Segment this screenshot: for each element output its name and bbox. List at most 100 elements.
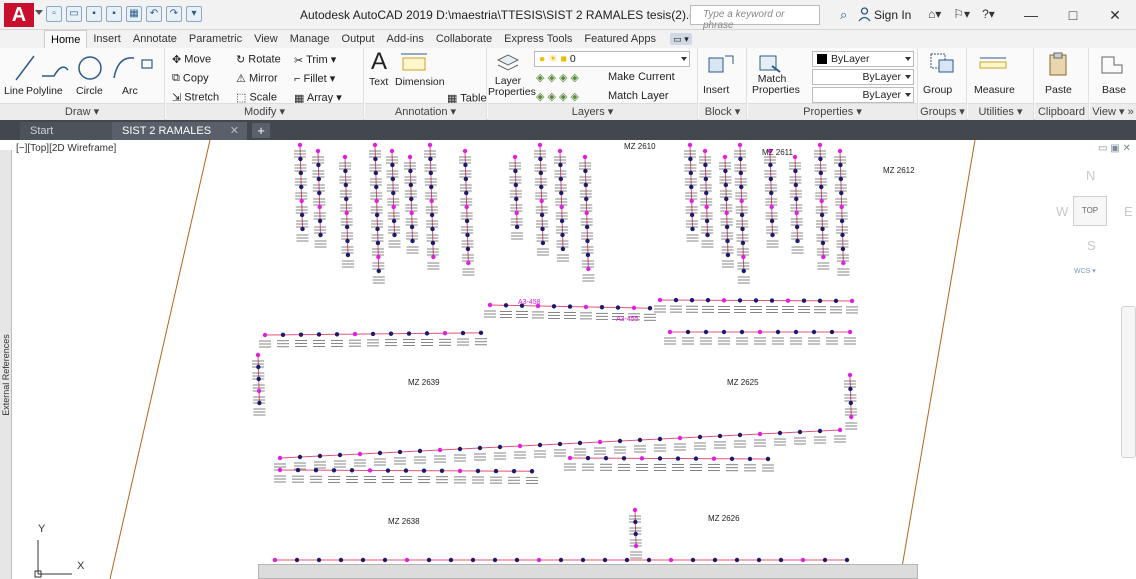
navigation-bar[interactable] <box>1121 306 1136 458</box>
new-file-icon[interactable]: ▫ <box>46 6 62 22</box>
viewcube-south[interactable]: S <box>1087 238 1096 253</box>
close-button[interactable]: ✕ <box>1094 0 1136 30</box>
plot-icon[interactable]: ▦ <box>126 6 142 22</box>
save-icon[interactable]: ▪ <box>86 6 102 22</box>
cart-icon[interactable]: ⌂▾ <box>928 7 941 21</box>
insert-button[interactable]: Insert <box>703 84 729 96</box>
lineweight-dropdown[interactable]: ByLayer <box>812 87 914 103</box>
layers-panel-title[interactable]: Layers ▾ <box>488 103 697 120</box>
color-dropdown[interactable]: ByLayer <box>812 51 914 67</box>
trim-button[interactable]: ✂ Trim ▾ <box>294 53 336 67</box>
tab-insert[interactable]: Insert <box>87 30 127 48</box>
layer-tools-icons[interactable]: ◈ ◈ ◈ ◈ <box>536 71 579 84</box>
viewcube-top[interactable]: TOP <box>1073 196 1107 226</box>
mirror-label: Mirror <box>248 72 278 85</box>
circle-button[interactable]: Circle <box>76 85 103 97</box>
text-button[interactable]: Text <box>369 76 388 88</box>
fillet-button[interactable]: ⌐ Fillet ▾ <box>294 72 335 85</box>
utilities-panel-title[interactable]: Utilities ▾ <box>968 103 1033 120</box>
pipe-node <box>817 298 823 303</box>
base-button[interactable]: Base <box>1102 84 1126 96</box>
viewcube-north[interactable]: N <box>1086 168 1095 183</box>
make-current-button[interactable]: Make Current <box>608 71 675 83</box>
measure-button[interactable]: Measure <box>974 84 1015 96</box>
viewport-window-controls[interactable]: ▭ ▣ ✕ <box>1098 143 1131 154</box>
sign-in-link[interactable]: Sign In <box>874 8 911 22</box>
tab-annotate[interactable]: Annotate <box>127 30 183 48</box>
tab-express-tools[interactable]: Express Tools <box>498 30 578 48</box>
match-layer-button[interactable]: Match Layer <box>608 90 669 102</box>
match-properties-button[interactable]: Match Properties <box>752 74 800 96</box>
autodesk-app-store-icon[interactable]: ⚐▾ <box>953 7 970 21</box>
pipe-node <box>478 330 484 336</box>
help-icon[interactable]: ?▾ <box>982 7 995 21</box>
tab-home[interactable]: Home <box>44 30 88 48</box>
tab-parametric[interactable]: Parametric <box>183 30 248 48</box>
viewport-controls[interactable]: [−][Top][2D Wireframe] <box>16 143 116 154</box>
pipe-node <box>429 198 434 204</box>
chevron-down-icon[interactable] <box>35 10 43 15</box>
arc-button[interactable]: Arc <box>122 85 138 97</box>
tab-collaborate[interactable]: Collaborate <box>430 30 498 48</box>
tab-add-ins[interactable]: Add-ins <box>381 30 430 48</box>
pipe-node <box>747 456 753 462</box>
pipe-node <box>316 557 322 563</box>
paste-button[interactable]: Paste <box>1045 84 1072 96</box>
pipe-node <box>633 531 638 537</box>
search-input[interactable]: Type a keyword or phrase <box>690 5 820 31</box>
tab-view[interactable]: View <box>248 30 284 48</box>
layer-properties-button[interactable]: Layer Properties <box>488 76 536 98</box>
viewcube-west[interactable]: W <box>1056 204 1068 219</box>
groups-panel-title[interactable]: Groups ▾ <box>919 103 966 120</box>
pipe-node <box>819 184 824 190</box>
dimension-button[interactable]: Dimension <box>395 76 445 88</box>
maximize-button[interactable]: □ <box>1052 0 1094 30</box>
pipe-node <box>794 196 799 202</box>
measure-icon <box>979 57 1007 69</box>
user-icon[interactable] <box>858 7 871 22</box>
rotate-button[interactable]: ↻ Rotate <box>236 53 281 66</box>
wcs-menu[interactable]: WCS ▾ <box>1074 267 1096 275</box>
pipe-node <box>537 142 543 148</box>
undo-icon[interactable]: ↶ <box>146 6 162 22</box>
annotation-panel-title[interactable]: Annotation ▾ <box>365 103 486 120</box>
view-panel-title[interactable]: View ▾ » <box>1090 103 1136 120</box>
pipe-node <box>603 455 609 461</box>
modify-panel-title[interactable]: Modify ▾ <box>166 103 363 120</box>
command-line[interactable] <box>258 564 918 579</box>
properties-panel-title[interactable]: Properties ▾ <box>748 103 917 120</box>
save-as-icon[interactable]: ▪ <box>106 6 122 22</box>
pipe-node <box>768 162 773 168</box>
pipe-node <box>817 428 823 434</box>
start-tab[interactable]: Start <box>20 122 112 140</box>
binoculars-icon[interactable]: ⌕ <box>840 7 847 23</box>
pipe-node <box>417 448 423 454</box>
layer-tools-icons-2[interactable]: ◈ ◈ ◈ ◈ <box>536 90 579 103</box>
tab-output[interactable]: Output <box>336 30 381 48</box>
layer-dropdown[interactable]: ● ☀ ■ 0 <box>534 51 690 67</box>
viewcube-east[interactable]: E <box>1124 204 1133 219</box>
minimize-button[interactable]: — <box>1010 0 1052 30</box>
customize-qat-icon[interactable]: ▾ <box>186 6 202 22</box>
close-tab-icon[interactable]: ✕ <box>230 122 239 140</box>
clipboard-panel-title[interactable]: Clipboard <box>1035 103 1088 120</box>
open-file-icon[interactable]: ▭ <box>66 6 82 22</box>
line-button[interactable]: Line <box>4 85 24 97</box>
redo-icon[interactable]: ↷ <box>166 6 182 22</box>
polyline-button[interactable]: Polyline <box>26 85 63 97</box>
mirror-button[interactable]: ⚠ Mirror <box>236 72 278 85</box>
tab-featured-apps[interactable]: Featured Apps <box>578 30 662 48</box>
linetype-dropdown[interactable]: ByLayer <box>812 69 914 85</box>
block-panel-title[interactable]: Block ▾ <box>699 103 746 120</box>
application-menu-button[interactable]: A <box>4 3 34 27</box>
external-references-palette[interactable]: External References <box>0 150 12 579</box>
group-button[interactable]: Group <box>923 84 952 96</box>
drawing-tab[interactable]: SIST 2 RAMALES tesis(2)* ✕ <box>112 122 247 155</box>
draw-panel-title[interactable]: Draw ▾ <box>0 103 164 120</box>
ribbon-display-toggle[interactable]: ▭ ▾ <box>669 33 692 45</box>
new-tab-button[interactable]: + <box>252 123 270 138</box>
tab-manage[interactable]: Manage <box>284 30 336 48</box>
move-button[interactable]: ✥ Move <box>172 53 211 66</box>
copy-button[interactable]: ⧉ Copy <box>172 72 209 85</box>
drawing-canvas[interactable]: External References [−][Top][2D Wirefram… <box>0 140 1136 579</box>
